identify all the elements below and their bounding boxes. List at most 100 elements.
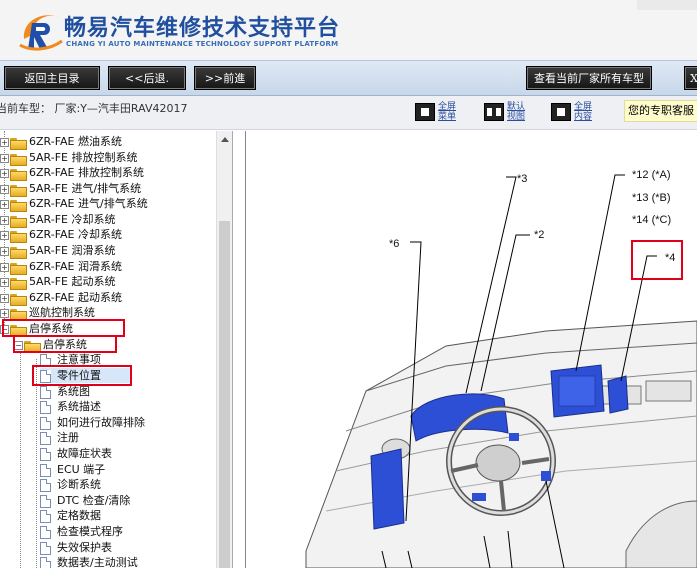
close-button[interactable]: X [684, 66, 697, 90]
full-content-icon [551, 103, 571, 121]
document-icon [40, 494, 51, 508]
tree-doc-item[interactable]: ECU 端子 [40, 462, 105, 477]
tree-item[interactable]: +5AR-FE 排放控制系统 [0, 150, 138, 166]
callout-4: *4 [665, 252, 676, 264]
tree-item[interactable]: +5AR-FE 进气/排气系统 [0, 181, 142, 197]
expand-icon[interactable]: + [0, 215, 9, 225]
expand-icon[interactable]: + [0, 246, 9, 256]
tree-item-label: 巡航控制系统 [29, 306, 95, 319]
all-models-button[interactable]: 查看当前厂家所有车型 [526, 66, 652, 90]
folder-icon [10, 277, 27, 290]
expand-icon[interactable]: + [0, 184, 9, 194]
tree-doc-label: 注册 [57, 431, 79, 444]
folder-icon [10, 137, 27, 150]
callout-14: *14 (*C) [632, 214, 672, 226]
tree-item[interactable]: +6ZR-FAE 润滑系统 [0, 259, 122, 275]
tree-doc-label: 故障症状表 [57, 447, 112, 460]
tree-scrollbar[interactable] [216, 131, 232, 568]
document-icon [40, 509, 51, 523]
expand-icon[interactable]: + [0, 137, 9, 147]
document-icon [40, 478, 51, 492]
platform-subtitle: CHANG YI AUTO MAINTENANCE TECHNOLOGY SUP… [66, 40, 339, 48]
folder-icon [10, 199, 27, 212]
vehicle-info-bar: 当前车型： 厂家:Y—汽丰田RAV42017 全屏菜单 默认视图 全屏内容 您的… [0, 96, 697, 130]
expand-icon[interactable]: + [0, 199, 9, 209]
tree-doc-label: 系统图 [57, 385, 90, 398]
tree-item-label: 5AR-FE 排放控制系统 [29, 151, 138, 164]
callout-6: *6 [389, 238, 400, 250]
forward-button[interactable]: >>前進 [194, 66, 256, 90]
tree-doc-item[interactable]: 系统描述 [40, 399, 101, 414]
expand-icon[interactable]: + [0, 277, 9, 287]
default-view-label[interactable]: 默认视图 [507, 102, 533, 122]
tree-doc-label: DTC 检查/清除 [57, 494, 131, 507]
full-menu-label[interactable]: 全屏菜单 [438, 102, 464, 122]
tree-doc-item[interactable]: 数据表/主动测试 [40, 555, 138, 568]
document-icon [40, 463, 51, 477]
expand-icon[interactable]: + [0, 262, 9, 272]
dashboard-illustration [305, 174, 697, 568]
tree-item-label: 6ZR-FAE 燃油系统 [29, 135, 122, 148]
callout-12: *12 (*A) [632, 169, 671, 181]
expand-icon[interactable]: + [0, 153, 9, 163]
tree-doc-item[interactable]: 检查模式程序 [40, 524, 123, 539]
scroll-up-icon[interactable] [221, 137, 229, 142]
folder-icon [10, 215, 27, 228]
document-icon [40, 447, 51, 461]
tree-doc-item[interactable]: 系统图 [40, 384, 90, 399]
tree-item[interactable]: +6ZR-FAE 冷却系统 [0, 227, 122, 243]
tree-doc-item[interactable]: 诊断系统 [40, 477, 101, 492]
full-content-label[interactable]: 全屏内容 [574, 102, 600, 122]
expand-icon[interactable]: + [0, 230, 9, 240]
split-view-icon [484, 103, 504, 121]
tree-doc-label: 检查模式程序 [57, 525, 123, 538]
tree-item[interactable]: +5AR-FE 起动系统 [0, 274, 116, 290]
tree-item-label: 5AR-FE 起动系统 [29, 275, 116, 288]
tree-item[interactable]: +5AR-FE 润滑系统 [0, 243, 116, 259]
tree-doc-item[interactable]: 定格数据 [40, 508, 101, 523]
tree-item[interactable]: +6ZR-FAE 燃油系统 [0, 134, 122, 150]
tree-item[interactable]: + 巡航控制系统 [0, 305, 95, 321]
scroll-thumb[interactable] [219, 221, 230, 568]
tree-doc-label: 如何进行故障排除 [57, 416, 145, 429]
expand-icon[interactable]: + [0, 308, 9, 318]
tree-doc-item[interactable]: 注册 [40, 430, 79, 445]
logo-icon [19, 15, 63, 51]
callout-3: *3 [517, 173, 528, 185]
expand-icon[interactable]: + [0, 168, 9, 178]
pane-splitter[interactable] [232, 131, 246, 568]
header: 畅易汽车维修技术支持平台 CHANG YI AUTO MAINTENANCE T… [0, 0, 697, 60]
document-icon [40, 416, 51, 430]
tree-item-label: 6ZR-FAE 冷却系统 [29, 228, 122, 241]
highlight-box [32, 365, 132, 386]
right-ecu [607, 375, 629, 414]
tree-doc-item[interactable]: 失效保护表 [40, 540, 112, 555]
tree-item[interactable]: +5AR-FE 冷却系统 [0, 212, 115, 228]
tree-doc-item[interactable]: 故障症状表 [40, 446, 112, 461]
tree-doc-label: 定格数据 [57, 509, 101, 522]
full-menu-icon [415, 103, 435, 121]
tree-doc-label: 失效保护表 [57, 541, 112, 554]
tree-connector [20, 343, 21, 568]
tree-item[interactable]: +6ZR-FAE 进气/排气系统 [0, 196, 148, 212]
folder-icon [10, 153, 27, 166]
tree-doc-item[interactable]: 如何进行故障排除 [40, 415, 145, 430]
tree-doc-label: 数据表/主动测试 [57, 556, 138, 568]
expand-icon[interactable]: + [0, 293, 9, 303]
header-corner [637, 0, 697, 10]
home-button[interactable]: 返回主目录 [4, 66, 100, 90]
tree-item[interactable]: +6ZR-FAE 起动系统 [0, 290, 122, 306]
tree-doc-label: ECU 端子 [57, 463, 106, 476]
left-ecu [370, 448, 405, 530]
folder-icon [10, 184, 27, 197]
tree-item[interactable]: +6ZR-FAE 排放控制系统 [0, 165, 144, 181]
tree-item-label: 6ZR-FAE 起动系统 [29, 291, 122, 304]
tree-item-label: 5AR-FE 进气/排气系统 [29, 182, 142, 195]
folder-icon [10, 262, 27, 275]
tree-doc-item[interactable]: DTC 检查/清除 [40, 493, 130, 508]
callout-13: *13 (*B) [632, 192, 671, 204]
customer-service-box[interactable]: 您的专职客服 [624, 100, 697, 122]
tree-item-label: 5AR-FE 润滑系统 [29, 244, 116, 257]
folder-icon [10, 168, 27, 181]
back-button[interactable]: <<后退. [108, 66, 186, 90]
